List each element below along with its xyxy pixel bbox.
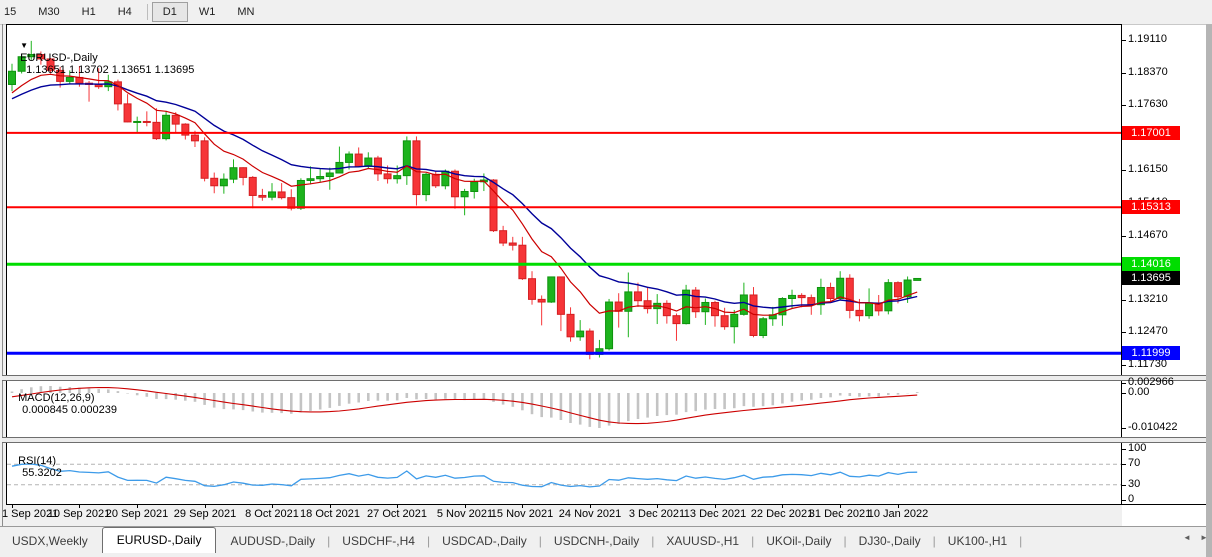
rsi-axis-label: 100 <box>1128 442 1146 454</box>
price-axis-label: 1.17630 <box>1128 98 1168 110</box>
axis-tick-mark <box>1121 428 1126 429</box>
tab-usdchf-h4[interactable]: USDCHF-,H4 <box>330 530 427 553</box>
price-chart-canvas[interactable] <box>7 24 1121 504</box>
date-axis-label: 29 Sep 2021 <box>174 508 236 520</box>
chart-ohlc-values: 1.13651 1.13702 1.13651 1.13695 <box>26 64 194 76</box>
period-buttons: 15M30H1H4 D1W1MN <box>0 0 265 24</box>
resistance-line-2-badge: 1.15313 <box>1122 200 1180 214</box>
date-axis-label: 5 Nov 2021 <box>437 508 493 520</box>
date-axis-label: 10 Jan 2022 <box>868 508 929 520</box>
period-button-15[interactable]: 15 <box>0 2 27 22</box>
metatrader-window: { "toolbar": { "periods": [ {"label": "1… <box>0 0 1212 557</box>
date-axis-label: 15 Nov 2021 <box>491 508 553 520</box>
tab-usdcnh-daily[interactable]: USDCNH-,Daily <box>542 530 651 553</box>
axis-tick-mark <box>1121 485 1126 486</box>
date-axis-label: 24 Nov 2021 <box>559 508 621 520</box>
macd-name: MACD(12,26,9) <box>18 392 94 404</box>
period-button-h4[interactable]: H4 <box>107 2 143 22</box>
rsi-name: RSI(14) <box>18 455 56 467</box>
tab-dj30-daily[interactable]: DJ30-,Daily <box>847 530 933 553</box>
chart-border-left <box>6 24 7 505</box>
axis-tick-mark <box>1121 40 1126 41</box>
price-axis-label: 1.18370 <box>1128 66 1168 78</box>
date-axis-label: 22 Dec 2021 <box>751 508 813 520</box>
rsi-value: 55.3202 <box>22 467 62 479</box>
tab-ukoil-daily[interactable]: UKOil-,Daily <box>754 530 843 553</box>
date-axis-label: 8 Oct 2021 <box>245 508 299 520</box>
rsi-indicator-label: RSI(14) 55.3202 <box>12 443 62 479</box>
tab-scroll-right-icon[interactable]: ► <box>1200 533 1208 542</box>
resistance-line-1-badge: 1.17001 <box>1122 126 1180 140</box>
axis-tick-mark <box>1121 383 1126 384</box>
date-axis-label: 20 Sep 2021 <box>106 508 168 520</box>
date-axis-label: 27 Oct 2021 <box>367 508 427 520</box>
period-button-h1[interactable]: H1 <box>71 2 107 22</box>
window-right-edge <box>1206 24 1212 557</box>
support-line-blue-badge: 1.11999 <box>1122 346 1180 360</box>
date-axis-label: 10 Sep 2021 <box>48 508 110 520</box>
price-axis-label: 1.14670 <box>1128 229 1168 241</box>
period-button-m30[interactable]: M30 <box>27 2 70 22</box>
support-line-green-badge: 1.14016 <box>1122 257 1180 271</box>
date-axis-label: 18 Oct 2021 <box>300 508 360 520</box>
macd-axis-label: -0.010422 <box>1128 421 1178 433</box>
chart-border-top <box>6 24 1122 25</box>
date-axis-label: 13 Dec 2021 <box>684 508 746 520</box>
window-left-edge <box>2 24 3 552</box>
macd-axis-label: 0.00 <box>1128 386 1149 398</box>
period-button-mn[interactable]: MN <box>226 2 265 22</box>
time-axis-line <box>6 504 1206 505</box>
tab-separator: | <box>1019 534 1022 553</box>
axis-tick-mark <box>1121 332 1126 333</box>
macd-indicator-label: MACD(12,26,9) 0.000845 0.000239 <box>12 380 117 416</box>
price-axis-label: 1.19110 <box>1128 33 1167 45</box>
tab-uk100-h1[interactable]: UK100-,H1 <box>936 530 1019 553</box>
axis-tick-mark <box>1121 73 1126 74</box>
axis-tick-mark <box>1121 236 1126 237</box>
tab-audusd-daily[interactable]: AUDUSD-,Daily <box>218 530 327 553</box>
axis-tick-mark <box>1121 300 1126 301</box>
tab-scroll-left-icon[interactable]: ◄ <box>1183 533 1191 542</box>
tab-xauusd-h1[interactable]: XAUUSD-,H1 <box>654 530 751 553</box>
pane-splitter-macd[interactable] <box>2 375 1206 381</box>
period-button-w1[interactable]: W1 <box>188 2 227 22</box>
rsi-axis-label: 30 <box>1128 478 1140 490</box>
axis-tick-mark <box>1121 449 1126 450</box>
axis-tick-mark <box>1121 500 1126 501</box>
current-price-badge: 1.13695 <box>1122 271 1180 285</box>
axis-tick-mark <box>1121 393 1126 394</box>
axis-tick-mark <box>1121 170 1126 171</box>
toolbar-separator <box>147 4 148 20</box>
chart-symbol-period: EURUSD-,Daily <box>20 52 98 64</box>
price-axis-label: 1.13210 <box>1128 293 1168 305</box>
rsi-axis-label: 0 <box>1128 493 1134 505</box>
period-button-d1[interactable]: D1 <box>152 2 188 22</box>
date-axis-label: 31 Dec 2021 <box>809 508 871 520</box>
period-toolbar: 15M30H1H4 D1W1MN <box>0 0 1212 25</box>
pane-splitter-rsi[interactable] <box>2 437 1206 443</box>
price-axis-label: 1.16150 <box>1128 163 1168 175</box>
date-axis-label: 3 Dec 2021 <box>629 508 685 520</box>
macd-values: 0.000845 0.000239 <box>22 404 117 416</box>
tab-usdx-weekly[interactable]: USDX,Weekly <box>0 530 100 553</box>
price-axis-label: 1.12470 <box>1128 325 1168 337</box>
chart-header: ▼ EURUSD-,Daily 1.13651 1.13702 1.13651 … <box>14 28 194 76</box>
chart-tab-bar: USDX,WeeklyEURUSD-,DailyAUDUSD-,Daily | US… <box>0 526 1206 553</box>
axis-tick-mark <box>1121 464 1126 465</box>
axis-tick-mark <box>1121 105 1126 106</box>
axis-tick-mark <box>1121 365 1126 366</box>
rsi-axis-label: 70 <box>1128 457 1140 469</box>
tab-eurusd-daily[interactable]: EURUSD-,Daily <box>102 527 217 553</box>
chart-dropdown-icon[interactable]: ▼ <box>20 41 28 50</box>
tab-usdcad-daily[interactable]: USDCAD-,Daily <box>430 530 539 553</box>
